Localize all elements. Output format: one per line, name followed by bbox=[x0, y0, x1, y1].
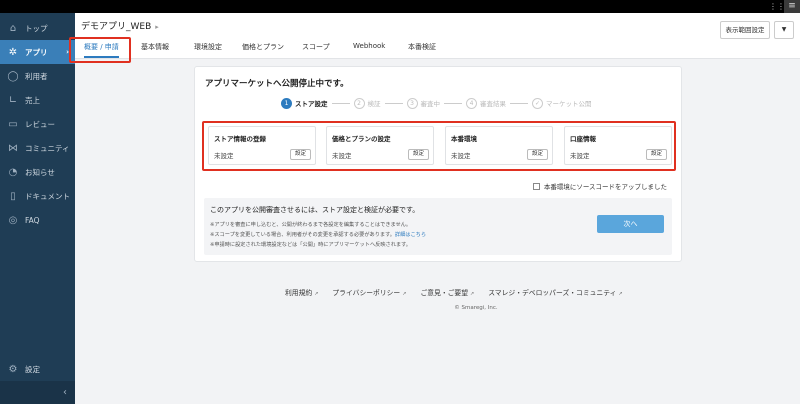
sidebar-collapse-button[interactable]: ‹ bbox=[0, 381, 75, 404]
step-label: マーケット公開 bbox=[546, 100, 592, 108]
sidebar-item-sales[interactable]: ∟ 売上 bbox=[0, 88, 75, 112]
step-label: ストア設定 bbox=[295, 100, 328, 108]
sidebar-item-label: ドキュメント bbox=[25, 191, 70, 201]
scope-dropdown-button[interactable]: ▼ bbox=[774, 21, 794, 39]
notice-note: ※スコープを変更している場合、利用者がその変更を承認する必要があります。詳細はこ… bbox=[210, 231, 426, 238]
sidebar-item-users[interactable]: ◯ 利用者 bbox=[0, 64, 75, 88]
details-link[interactable]: 詳細はこちら bbox=[395, 232, 426, 238]
top-bar: ⋮⋮ ≡ bbox=[0, 0, 800, 13]
notice-note: ※申請時に設定された環境設定などは「公開」時にアプリマーケットへ反映されます。 bbox=[210, 242, 411, 248]
community-icon: ⋈ bbox=[8, 142, 18, 154]
step-number: 3 bbox=[406, 97, 418, 109]
sidebar-item-faq[interactable]: ◎ FAQ bbox=[0, 208, 75, 232]
home-icon: ⌂ bbox=[9, 22, 17, 34]
step-connector bbox=[384, 102, 403, 104]
step-connector bbox=[444, 102, 462, 104]
notice-note: ※アプリを審査に申し込むと、公開が終わるまで各設定を編集することはできません。 bbox=[210, 222, 412, 228]
external-link-icon: ↗ bbox=[402, 291, 407, 297]
sidebar-item-label: アプリ bbox=[25, 47, 48, 57]
grid-icon[interactable]: ⋮⋮ bbox=[769, 2, 785, 11]
user-icon: ◯ bbox=[7, 70, 19, 82]
progress-steps: 1 ストア設定 2 検証 3 審査中 4 審査結果 ✓ マーケット公開 bbox=[281, 96, 596, 110]
sidebar-item-news[interactable]: ◔ お知らせ bbox=[0, 160, 75, 184]
app-name: デモアプリ_WEB bbox=[81, 22, 152, 32]
hamburger-icon[interactable]: ≡ bbox=[784, 0, 800, 13]
faq-icon: ◎ bbox=[8, 214, 18, 226]
step-number: 1 bbox=[281, 97, 292, 109]
footer-link-feedback[interactable]: ご意見・ご要望 ↗ bbox=[420, 287, 474, 297]
external-link-icon: ↗ bbox=[618, 291, 623, 297]
highlight-box bbox=[202, 121, 676, 171]
copyright: © Smaregi, Inc. bbox=[454, 305, 498, 311]
footer-link-privacy[interactable]: プライバシーポリシー ↗ bbox=[332, 287, 406, 297]
card-title: アプリマーケットへ公開停止中です。 bbox=[205, 79, 349, 89]
app-title: デモアプリ_WEB ▸ bbox=[81, 19, 159, 32]
link-text[interactable]: 利用規約 bbox=[285, 289, 312, 297]
sidebar-item-community[interactable]: ⋈ コミュニティ bbox=[0, 136, 75, 160]
tab-scope[interactable]: スコープ bbox=[302, 42, 330, 58]
document-icon: ▯ bbox=[10, 190, 16, 202]
link-text[interactable]: スマレジ・デベロッパーズ・コミュニティ bbox=[488, 289, 616, 297]
checkbox-label: 本番環境にソースコードをアップしました bbox=[543, 183, 667, 191]
gear-icon: ⚙ bbox=[8, 363, 18, 375]
tab-webhook[interactable]: Webhook bbox=[353, 42, 385, 58]
notice-main: このアプリを公開審査させるには、ストア設定と検証が必要です。 bbox=[210, 206, 420, 214]
tab-environment[interactable]: 環境設定 bbox=[194, 42, 222, 58]
sidebar: ⌂ トップ ✲ アプリ › ◯ 利用者 ∟ 売上 ▭ レビュー ⋈ コミュニティ… bbox=[0, 13, 75, 404]
footer-links: 利用規約 ↗ プライバシーポリシー ↗ ご意見・ご要望 ↗ スマレジ・デベロッパーズ・… bbox=[285, 287, 623, 297]
check-icon: ✓ bbox=[532, 97, 543, 109]
notice-note-text: ※スコープを変更している場合、利用者がその変更を承認する必要があります。 bbox=[210, 232, 395, 238]
footer-link-terms[interactable]: 利用規約 ↗ bbox=[285, 287, 318, 297]
step-label: 検証 bbox=[367, 100, 381, 108]
source-uploaded-checkbox[interactable]: 本番環境にソースコードをアップしました bbox=[532, 181, 667, 191]
step-label: 審査結果 bbox=[480, 100, 506, 108]
sidebar-item-document[interactable]: ▯ ドキュメント bbox=[0, 184, 75, 208]
step-label: 審査中 bbox=[420, 100, 441, 108]
sidebar-item-app[interactable]: ✲ アプリ › bbox=[0, 40, 75, 64]
checkbox[interactable] bbox=[532, 182, 540, 190]
caret-icon: ▸ bbox=[155, 23, 159, 31]
next-button[interactable]: 次へ bbox=[597, 215, 664, 233]
sidebar-item-settings[interactable]: ⚙ 設定 bbox=[0, 359, 75, 379]
publish-status-card: アプリマーケットへ公開停止中です。 1 ストア設定 2 検証 3 審査中 4 審… bbox=[194, 66, 682, 262]
caret-down-icon: ▼ bbox=[781, 26, 787, 33]
sidebar-item-label: トップ bbox=[25, 23, 48, 33]
review-icon: ▭ bbox=[8, 118, 18, 130]
sidebar-item-label: お知らせ bbox=[25, 167, 55, 177]
sidebar-item-top[interactable]: ⌂ トップ bbox=[0, 16, 75, 40]
chevron-left-icon: ‹ bbox=[63, 387, 67, 398]
sidebar-item-label: 設定 bbox=[25, 364, 40, 374]
sidebar-item-label: 売上 bbox=[25, 95, 40, 105]
sidebar-item-label: レビュー bbox=[25, 119, 55, 129]
scope-button[interactable]: 表示範囲設定 bbox=[720, 21, 770, 39]
chart-icon: ∟ bbox=[8, 94, 18, 106]
sidebar-item-review[interactable]: ▭ レビュー bbox=[0, 112, 75, 136]
bell-icon: ◔ bbox=[8, 166, 18, 178]
external-link-icon: ↗ bbox=[470, 291, 475, 297]
puzzle-icon: ✲ bbox=[8, 46, 18, 58]
footer-link-community[interactable]: スマレジ・デベロッパーズ・コミュニティ ↗ bbox=[488, 287, 622, 297]
tab-production-verify[interactable]: 本番検証 bbox=[408, 42, 436, 58]
app-header: デモアプリ_WEB ▸ 表示範囲設定 ▼ 概要 / 申請 基本情報 環境設定 価格… bbox=[75, 13, 800, 59]
sidebar-item-label: FAQ bbox=[25, 215, 40, 225]
step-number: 4 bbox=[466, 97, 477, 109]
step-connector bbox=[510, 102, 528, 104]
link-text[interactable]: プライバシーポリシー bbox=[332, 289, 400, 297]
tab-basic-info[interactable]: 基本情報 bbox=[141, 42, 169, 58]
sidebar-item-label: 利用者 bbox=[25, 71, 48, 81]
external-link-icon: ↗ bbox=[314, 291, 319, 297]
highlight-box bbox=[69, 37, 131, 63]
link-text[interactable]: ご意見・ご要望 bbox=[420, 289, 468, 297]
tab-pricing[interactable]: 価格とプラン bbox=[242, 42, 284, 58]
step-number: 2 bbox=[353, 97, 365, 109]
step-connector bbox=[331, 102, 350, 104]
sidebar-item-label: コミュニティ bbox=[25, 143, 70, 153]
